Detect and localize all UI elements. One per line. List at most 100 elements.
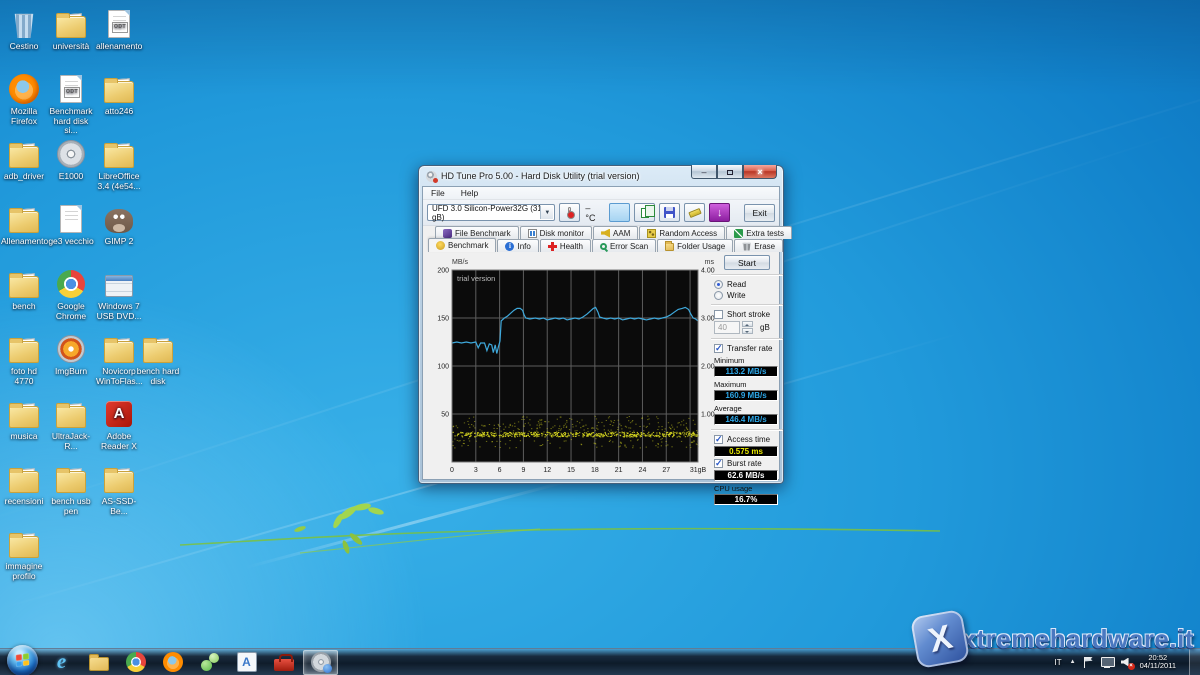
close-button[interactable]: ×: [743, 165, 777, 179]
taskbar-button-internet-explorer[interactable]: [44, 650, 79, 675]
menu-file[interactable]: File: [431, 188, 445, 198]
tab-label: File Benchmark: [455, 229, 511, 238]
desktop-icon-bench[interactable]: bench: [1, 268, 47, 312]
desktop-icon-label: bench usb pen: [48, 497, 94, 516]
desktop-icon-universit[interactable]: università: [48, 8, 94, 52]
desktop-icon-foto-hd-4770[interactable]: foto hd 4770: [1, 333, 47, 386]
hidden-icons-button[interactable]: ▲: [1070, 659, 1076, 665]
taskbar-button-messenger[interactable]: [192, 650, 227, 675]
clock[interactable]: 20:52 04/11/2011: [1140, 654, 1176, 671]
tab-health[interactable]: Health: [540, 239, 591, 252]
desktop-icon-libreoffice-3-4-4e54[interactable]: LibreOffice 3.4 (4e54...: [96, 138, 142, 191]
folder-icon: [8, 203, 40, 235]
desktop-icon-label: adb_driver: [1, 172, 47, 182]
taskbar-button-hd-tune[interactable]: [303, 650, 338, 675]
desktop-icon-imgburn[interactable]: ImgBurn: [48, 333, 94, 377]
desktop-icon-google-chrome[interactable]: Google Chrome: [48, 268, 94, 321]
tab-folder-usage[interactable]: Folder Usage: [657, 239, 733, 252]
desktop-icon-windows-7-usb-dvd[interactable]: Windows 7 USB DVD...: [96, 268, 142, 321]
exit-button[interactable]: Exit: [744, 204, 775, 222]
network-icon[interactable]: [1101, 657, 1113, 668]
folder-icon: [142, 333, 174, 365]
taskbar-button-firefox[interactable]: [155, 650, 190, 675]
tab-aam[interactable]: AAM: [593, 226, 638, 239]
volume-muted-icon[interactable]: [1121, 657, 1132, 668]
copy-button[interactable]: [634, 203, 655, 222]
taskbar-button-live-writer[interactable]: [229, 650, 264, 675]
tab-label: AAM: [613, 229, 630, 238]
size-stepper[interactable]: [742, 321, 753, 334]
desktop-icon-adb-driver[interactable]: adb_driver: [1, 138, 47, 182]
desktop-icon-bench-hard-disk[interactable]: bench hard disk: [135, 333, 181, 386]
hd-tune-window[interactable]: HD Tune Pro 5.00 - Hard Disk Utility (tr…: [418, 165, 784, 484]
svg-text:18: 18: [591, 467, 599, 474]
svg-text:12: 12: [543, 467, 551, 474]
taskbar-button-toolbox-app[interactable]: [266, 650, 301, 675]
minimize-button[interactable]: –: [691, 165, 717, 179]
desktop-icon-label: atto246: [96, 107, 142, 117]
start-button[interactable]: [7, 645, 38, 675]
action-center-icon[interactable]: [1084, 657, 1093, 668]
desktop-icon-mozilla-firefox[interactable]: Mozilla Firefox: [1, 73, 47, 126]
diskmon-icon: [528, 229, 537, 238]
desktop-icon-cestino[interactable]: Cestino: [1, 8, 47, 52]
desktop-icon-ge3-vecchio[interactable]: ge3 vecchio: [48, 203, 94, 247]
tab-disk-monitor[interactable]: Disk monitor: [520, 226, 592, 239]
tab-erase[interactable]: Erase: [734, 239, 783, 252]
tab-error-scan[interactable]: Error Scan: [592, 239, 656, 252]
tab-random-access[interactable]: Random Access: [639, 226, 725, 239]
chart-svg: MB/smstrial version200150100504.003.002.…: [423, 252, 715, 480]
show-desktop-button[interactable]: [1189, 649, 1200, 675]
desktop-icon-label: ge3 vecchio: [48, 237, 94, 247]
chevron-down-icon[interactable]: ▼: [540, 206, 553, 219]
taskbar-button-windows-explorer[interactable]: [81, 650, 116, 675]
temperature-button[interactable]: [559, 203, 580, 222]
burst-rate-checkbox[interactable]: Burst rate: [714, 459, 783, 468]
drive-select[interactable]: UFD 3.0 Silicon-Power32G (31 gB) ▼: [427, 204, 555, 221]
save-button[interactable]: [659, 203, 680, 222]
capture-button[interactable]: ↓: [709, 203, 730, 222]
thermometer-icon: [568, 207, 571, 218]
size-input[interactable]: 40: [714, 321, 740, 334]
desktop-icon-label: Allenamento: [1, 237, 47, 247]
tab-info[interactable]: Info: [497, 239, 538, 252]
title-bar[interactable]: HD Tune Pro 5.00 - Hard Disk Utility (tr…: [419, 166, 783, 186]
desktop-icon-allenamento[interactable]: Allenamento: [1, 203, 47, 247]
taskbar-button-google-chrome[interactable]: [118, 650, 153, 675]
transfer-rate-checkbox[interactable]: Transfer rate: [714, 344, 783, 353]
desktop-icon-atto246[interactable]: atto246: [96, 73, 142, 117]
folder-icon: [8, 268, 40, 300]
desktop-icon-bench-usb-pen[interactable]: bench usb pen: [48, 463, 94, 516]
screenshot-button[interactable]: [609, 203, 630, 222]
menu-help[interactable]: Help: [461, 188, 478, 198]
size-unit: gB: [760, 323, 770, 332]
write-radio[interactable]: Write: [714, 291, 783, 300]
gimp-icon: [103, 203, 135, 235]
desktop-icon-ultrajack-r[interactable]: UltraJack-R...: [48, 398, 94, 451]
svg-text:MB/s: MB/s: [452, 259, 468, 266]
read-radio[interactable]: Read: [714, 280, 783, 289]
desktop-icon-benchmark-hard-disk-si[interactable]: Benchmark hard disk si...: [48, 73, 94, 136]
checkbox-icon: [714, 459, 723, 468]
tab-benchmark[interactable]: Benchmark: [428, 238, 496, 252]
desktop-icon-recensioni[interactable]: recensioni: [1, 463, 47, 507]
maximize-button[interactable]: [717, 165, 743, 179]
folder-icon: [55, 463, 87, 495]
temperature-readout: – °C: [585, 203, 601, 223]
window-title: HD Tune Pro 5.00 - Hard Disk Utility (tr…: [441, 171, 640, 181]
short-stroke-checkbox[interactable]: Short stroke: [714, 310, 783, 319]
desktop-icon-e1000[interactable]: E1000: [48, 138, 94, 182]
svg-text:24: 24: [639, 467, 647, 474]
desktop-icon-as-ssd-be[interactable]: AS-SSD-Be...: [96, 463, 142, 516]
access-time-checkbox[interactable]: Access time: [714, 435, 783, 444]
start-button[interactable]: Start: [724, 255, 770, 270]
highlighter-button[interactable]: [684, 203, 705, 222]
desktop-icon-adobe-reader-x[interactable]: Adobe Reader X: [96, 398, 142, 451]
desktop-icon-allenamento[interactable]: allenamento: [96, 8, 142, 52]
language-indicator[interactable]: IT: [1055, 658, 1062, 667]
info-icon: [505, 242, 514, 251]
tab-extra-tests[interactable]: Extra tests: [726, 226, 792, 239]
desktop-icon-gimp-2[interactable]: GIMP 2: [96, 203, 142, 247]
desktop-icon-musica[interactable]: musica: [1, 398, 47, 442]
desktop-icon-immagine-profilo[interactable]: immagine profilo: [1, 528, 47, 581]
